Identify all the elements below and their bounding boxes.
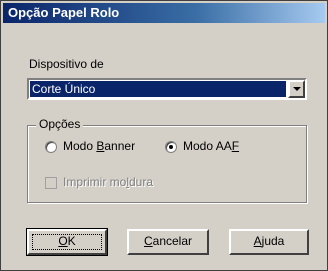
radio-aaf[interactable] <box>165 141 177 153</box>
options-group <box>27 125 307 203</box>
title-bar[interactable]: Opção Papel Rolo <box>3 3 325 23</box>
ok-button[interactable]: OK <box>26 228 108 256</box>
frame-checkbox[interactable] <box>45 177 57 189</box>
focus-rect <box>32 234 102 250</box>
device-selected-value: Corte Único <box>30 81 286 97</box>
device-select[interactable]: Corte Único <box>27 78 307 100</box>
device-label: Dispositivo de <box>29 57 104 71</box>
frame-checkbox-label: Imprimir moldura <box>63 175 154 189</box>
cancel-button[interactable]: Cancelar <box>127 229 209 255</box>
radio-banner-label[interactable]: Modo Banner <box>63 139 135 153</box>
window-title: Opção Papel Rolo <box>8 5 120 20</box>
help-button[interactable]: Ajuda <box>229 229 309 255</box>
radio-banner[interactable] <box>45 141 57 153</box>
dialog-window: Opção Papel Rolo Dispositivo de Corte Ún… <box>0 0 328 271</box>
options-group-label: Opções <box>36 117 84 131</box>
dropdown-button[interactable] <box>288 80 305 98</box>
radio-aaf-label[interactable]: Modo AAF <box>183 139 239 153</box>
chevron-down-icon <box>293 87 301 91</box>
